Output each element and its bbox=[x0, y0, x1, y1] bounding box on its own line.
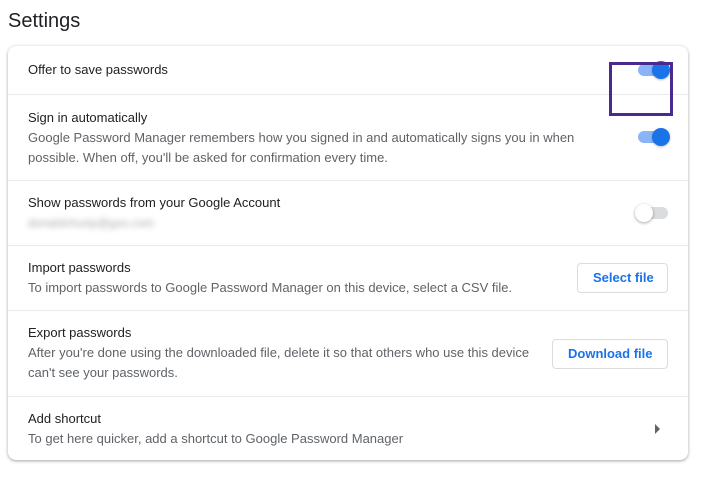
import-passwords-description: To import passwords to Google Password M… bbox=[28, 280, 513, 295]
sign-in-auto-label: Sign in automatically bbox=[28, 110, 148, 125]
download-file-button[interactable]: Download file bbox=[552, 339, 668, 369]
import-passwords-row: Import passwords To import passwords to … bbox=[8, 245, 688, 310]
sign-in-auto-description: Google Password Manager remembers how yo… bbox=[28, 130, 575, 165]
add-shortcut-label: Add shortcut bbox=[28, 411, 101, 426]
export-passwords-row: Export passwords After you're done using… bbox=[8, 310, 688, 396]
offer-save-label: Offer to save passwords bbox=[28, 62, 168, 77]
show-passwords-toggle[interactable] bbox=[635, 204, 672, 222]
show-passwords-label: Show passwords from your Google Account bbox=[28, 195, 281, 210]
settings-card: Offer to save passwords Sign in automati… bbox=[8, 46, 688, 460]
add-shortcut-row[interactable]: Add shortcut To get here quicker, add a … bbox=[8, 396, 688, 460]
import-passwords-label: Import passwords bbox=[28, 260, 131, 275]
toggle-knob bbox=[652, 128, 670, 146]
sign-in-auto-toggle[interactable] bbox=[638, 128, 672, 146]
highlight-annotation bbox=[609, 62, 673, 116]
chevron-right-icon[interactable] bbox=[655, 424, 660, 434]
export-passwords-description: After you're done using the downloaded f… bbox=[28, 345, 530, 380]
offer-save-row[interactable]: Offer to save passwords bbox=[8, 46, 688, 94]
select-file-button[interactable]: Select file bbox=[577, 263, 668, 293]
page-title: Settings bbox=[8, 10, 81, 32]
export-passwords-label: Export passwords bbox=[28, 325, 132, 340]
account-email: donaldchurip@gxo.com bbox=[28, 216, 155, 230]
add-shortcut-description: To get here quicker, add a shortcut to G… bbox=[28, 431, 404, 446]
show-passwords-row[interactable]: Show passwords from your Google Account … bbox=[8, 180, 688, 245]
toggle-knob bbox=[635, 204, 653, 222]
sign-in-auto-row[interactable]: Sign in automatically Google Password Ma… bbox=[8, 94, 688, 180]
